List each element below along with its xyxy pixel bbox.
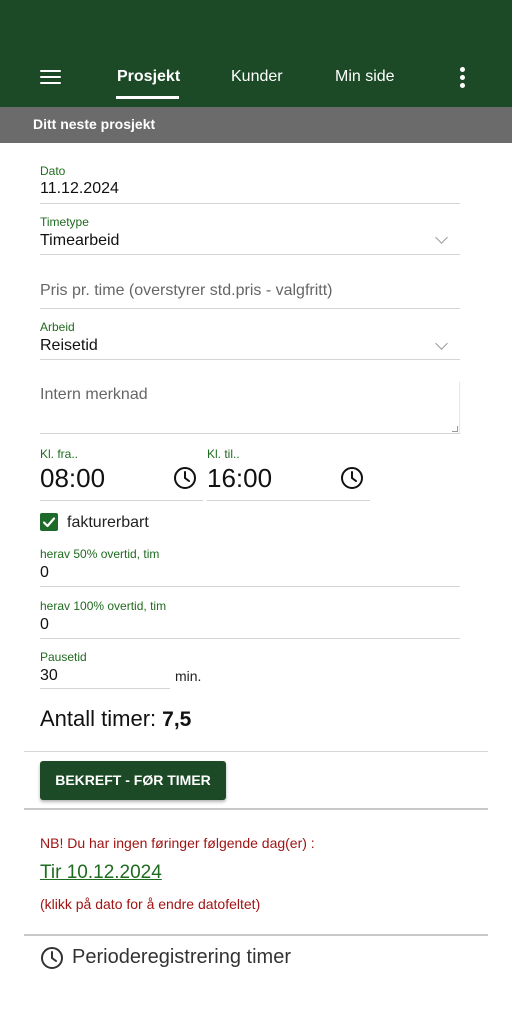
note-placeholder: Intern merknad <box>40 386 148 403</box>
note-textarea[interactable]: Intern merknad <box>40 382 460 434</box>
tab-min-side[interactable]: Min side <box>335 68 395 86</box>
divider <box>24 934 488 936</box>
clock-icon[interactable] <box>173 466 197 490</box>
missing-entries-warning: NB! Du har ingen føringer følgende dag(e… <box>40 835 315 851</box>
time-to-field[interactable]: Kl. til.. 16:00 <box>207 445 370 501</box>
overtime-50-input[interactable]: herav 50% overtid, tim 0 <box>40 546 460 587</box>
price-input[interactable]: Pris pr. time (overstyrer std.pris - val… <box>40 266 460 309</box>
clock-icon <box>41 947 63 969</box>
timetype-select[interactable]: Timetype Timearbeid <box>40 214 460 255</box>
total-hours-label: Antall timer: <box>40 706 157 731</box>
active-tab-indicator <box>116 96 179 99</box>
time-from-value: 08:00 <box>40 463 106 493</box>
time-to-value: 16:00 <box>207 463 273 493</box>
vertical-dots-icon[interactable] <box>458 67 466 89</box>
pause-unit: min. <box>175 668 202 684</box>
top-app-bar: Prosjekt Kunder Min side <box>0 0 512 107</box>
divider <box>24 751 488 752</box>
resize-handle[interactable] <box>452 426 458 432</box>
timetype-value: Timearbeid <box>40 232 120 249</box>
clock-icon[interactable] <box>340 466 364 490</box>
tab-prosjekt[interactable]: Prosjekt <box>117 68 180 86</box>
section-header: Ditt neste prosjekt <box>0 107 512 143</box>
pause-label: Pausetid <box>40 650 87 664</box>
overtime-50-label: herav 50% overtid, tim <box>40 547 160 561</box>
chevron-down-icon <box>435 231 448 244</box>
arbeid-value: Reisetid <box>40 337 98 354</box>
pause-value: 30 <box>40 667 58 684</box>
divider <box>24 808 488 810</box>
timetype-label: Timetype <box>40 215 89 229</box>
section-title: Ditt neste prosjekt <box>33 116 156 132</box>
total-hours-value: 7,5 <box>162 708 192 731</box>
confirm-hours-button[interactable]: BEKREFT - FØR TIMER <box>40 761 226 800</box>
overtime-50-value: 0 <box>40 564 49 581</box>
time-from-field[interactable]: Kl. fra.. 08:00 <box>40 445 203 501</box>
hamburger-menu-icon[interactable] <box>40 70 62 86</box>
missing-date-hint: (klikk på dato for å endre datofeltet) <box>40 896 261 912</box>
missing-date-link[interactable]: Tir 10.12.2024 <box>40 862 162 884</box>
overtime-100-value: 0 <box>40 616 49 633</box>
overtime-100-input[interactable]: herav 100% overtid, tim 0 <box>40 598 460 639</box>
total-hours: Antall timer: 7,5 <box>40 706 191 732</box>
fakturerbart-label: fakturerbart <box>67 514 149 531</box>
tab-kunder[interactable]: Kunder <box>231 68 283 86</box>
arbeid-label: Arbeid <box>40 320 75 334</box>
time-to-label: Kl. til.. <box>207 447 240 461</box>
chevron-down-icon <box>435 337 448 350</box>
date-field[interactable]: Dato 11.12.2024 <box>40 163 460 204</box>
overtime-100-label: herav 100% overtid, tim <box>40 599 167 613</box>
price-placeholder: Pris pr. time (overstyrer std.pris - val… <box>40 282 333 299</box>
arbeid-select[interactable]: Arbeid Reisetid <box>40 320 460 360</box>
pause-input[interactable]: Pausetid 30 <box>40 649 170 689</box>
time-from-label: Kl. fra.. <box>40 447 79 461</box>
fakturerbart-checkbox[interactable] <box>40 513 58 531</box>
date-label: Dato <box>40 164 66 178</box>
period-registration-label: Perioderegistrering timer <box>72 946 291 968</box>
checkmark-icon <box>42 517 56 528</box>
date-value: 11.12.2024 <box>40 180 119 197</box>
